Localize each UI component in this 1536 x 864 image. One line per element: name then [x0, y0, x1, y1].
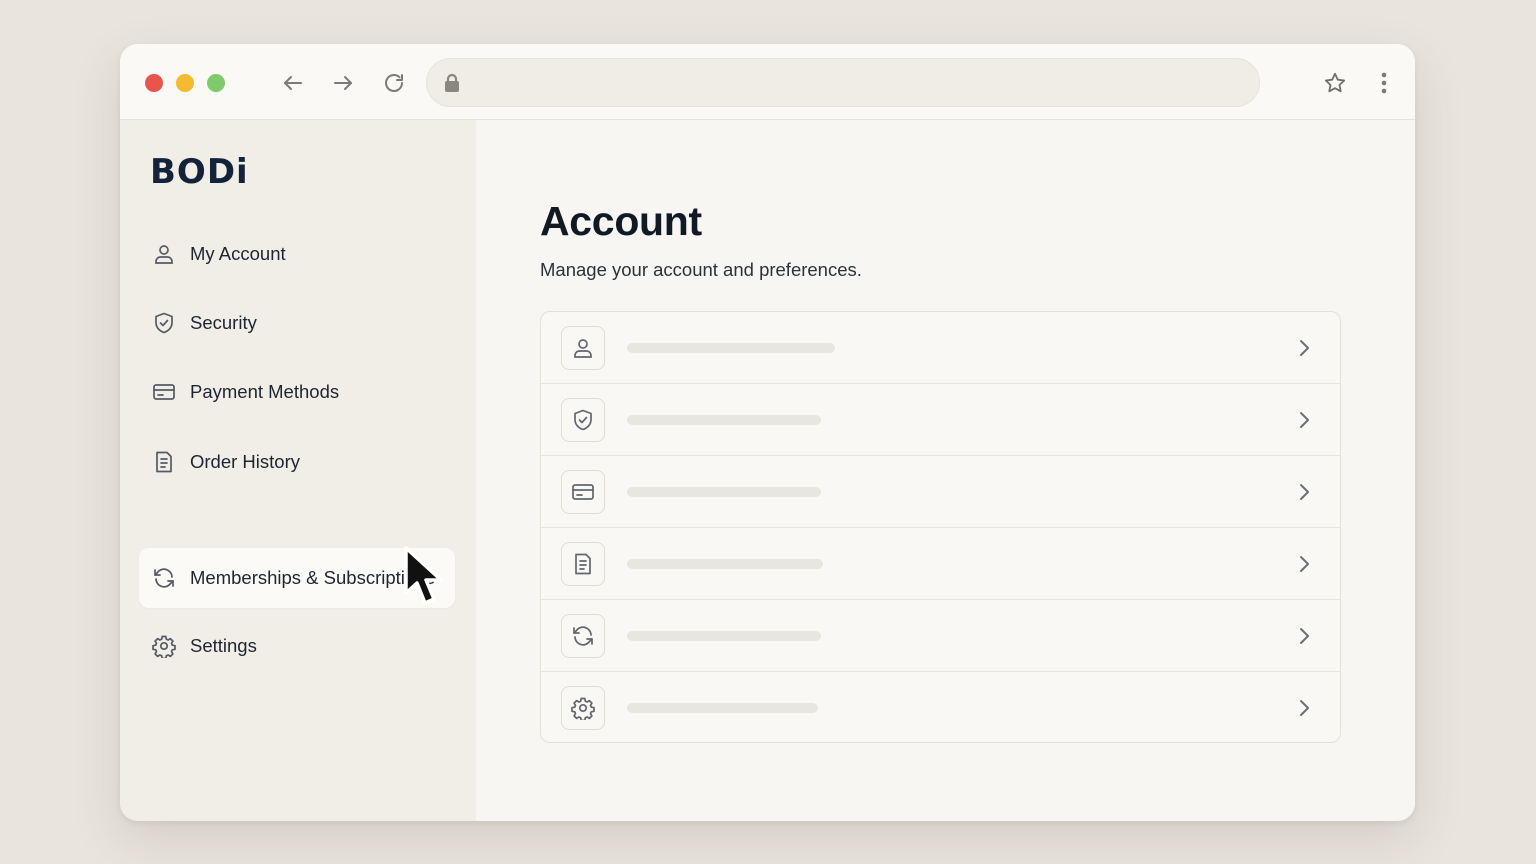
sidebar-item-security[interactable]: Security — [139, 293, 455, 353]
minimize-window-button[interactable] — [176, 74, 194, 92]
list-item[interactable] — [541, 528, 1340, 600]
back-arrow-icon[interactable] — [279, 69, 307, 97]
list-item[interactable] — [541, 456, 1340, 528]
star-icon[interactable] — [1321, 69, 1349, 97]
address-input[interactable] — [471, 59, 1241, 106]
main-content: Account Manage your account and preferen… — [476, 120, 1415, 821]
shield-icon — [561, 398, 605, 442]
sidebar-item-label: Security — [190, 312, 257, 333]
sidebar-item-payment-methods[interactable]: Payment Methods — [139, 362, 455, 422]
chevron-right-icon — [1292, 408, 1316, 432]
refresh-icon — [561, 614, 605, 658]
receipt-icon — [561, 542, 605, 586]
browser-window: BODi My Account Security Payment Methods… — [120, 44, 1415, 821]
credit-card-icon — [561, 470, 605, 514]
logo[interactable]: BODi — [150, 152, 249, 192]
list-item[interactable] — [541, 600, 1340, 672]
maximize-window-button[interactable] — [207, 74, 225, 92]
sidebar-item-label: Order History — [190, 451, 300, 472]
user-icon — [561, 326, 605, 370]
list-item[interactable] — [541, 672, 1340, 742]
list-item[interactable] — [541, 384, 1340, 456]
sidebar-item-order-history[interactable]: Order History — [139, 432, 455, 492]
receipt-icon — [152, 450, 176, 474]
chevron-right-icon — [1292, 480, 1316, 504]
page-subtitle: Manage your account and preferences. — [540, 259, 862, 280]
gear-icon — [152, 634, 176, 660]
browser-toolbar — [120, 44, 1415, 120]
user-icon — [152, 242, 176, 266]
list-item[interactable] — [541, 312, 1340, 384]
sidebar-item-label: Payment Methods — [190, 381, 340, 402]
forward-arrow-icon[interactable] — [329, 69, 357, 97]
reload-icon[interactable] — [380, 69, 408, 97]
chevron-right-icon — [1292, 552, 1316, 576]
placeholder-bar — [627, 415, 821, 425]
account-options-list — [540, 311, 1341, 743]
sidebar-item-label: Settings — [190, 635, 257, 656]
shield-icon — [152, 311, 176, 335]
sidebar-item-memberships-subscriptions[interactable]: Memberships & Subscriptions — [139, 548, 455, 608]
refresh-icon — [152, 566, 176, 590]
page-title: Account — [540, 198, 702, 244]
sidebar-item-settings[interactable]: Settings — [139, 616, 455, 676]
sidebar-item-label: Memberships & Subscriptions — [190, 567, 435, 588]
address-bar[interactable] — [426, 58, 1260, 107]
more-vert-icon[interactable] — [1372, 69, 1396, 97]
chevron-right-icon — [1292, 336, 1316, 360]
placeholder-bar — [627, 703, 818, 713]
credit-card-icon — [152, 380, 176, 404]
lock-icon — [443, 73, 461, 98]
sidebar-item-my-account[interactable]: My Account — [139, 224, 455, 284]
placeholder-bar — [627, 631, 821, 641]
close-window-button[interactable] — [145, 74, 163, 92]
placeholder-bar — [627, 559, 823, 569]
placeholder-bar — [627, 487, 821, 497]
sidebar: BODi My Account Security Payment Methods… — [120, 120, 476, 821]
gear-icon — [561, 686, 605, 730]
sidebar-item-label: My Account — [190, 243, 286, 264]
placeholder-bar — [627, 343, 835, 353]
chevron-right-icon — [1292, 696, 1316, 720]
chevron-right-icon — [1292, 624, 1316, 648]
